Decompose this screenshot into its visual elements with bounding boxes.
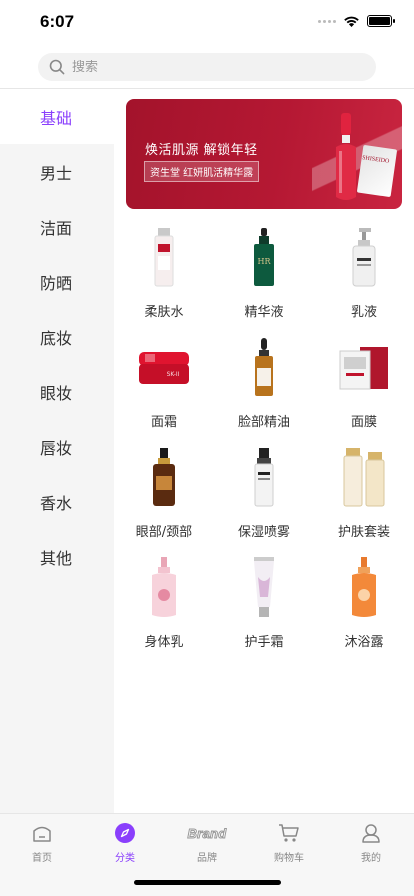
category-item-body-lotion[interactable]: 身体乳: [114, 549, 214, 659]
sidebar-item-perfume[interactable]: 香水: [0, 474, 114, 529]
category-label: 乳液: [350, 305, 377, 320]
wifi-icon: [344, 16, 359, 27]
category-grid: 柔肤水 HR 精华液 乳液 SK-II 面霜 脸部精油 面膜 眼部/颈部 保湿喷…: [114, 219, 414, 659]
eye-serum-bottle-icon: [134, 445, 194, 511]
promo-banner[interactable]: 焕活肌源 解锁年轻 资生堂 红妍肌活精华露 SHISEIDO: [126, 99, 402, 209]
search-icon: [49, 59, 65, 75]
tab-label: 购物车: [274, 853, 304, 864]
banner-subtitle: 资生堂 红妍肌活精华露: [144, 161, 260, 182]
mist-spray-icon: [234, 445, 294, 511]
category-label: 护手霜: [244, 635, 284, 650]
category-content: 焕活肌源 解锁年轻 资生堂 红妍肌活精华露 SHISEIDO 柔肤水 HR 精华…: [114, 89, 414, 813]
search-bar[interactable]: [38, 53, 376, 81]
category-label: 柔肤水: [144, 305, 184, 320]
sidebar-item-basic[interactable]: 基础: [0, 89, 114, 144]
tab-profile[interactable]: 我的: [341, 822, 401, 864]
home-icon: [33, 826, 51, 842]
face-oil-dropper-icon: [234, 335, 294, 401]
category-label: 脸部精油: [237, 415, 290, 430]
category-item-serum[interactable]: HR 精华液: [214, 219, 314, 329]
sidebar-item-lip-makeup[interactable]: 唇妆: [0, 419, 114, 474]
skincare-set-icon: [334, 445, 394, 511]
category-label: 身体乳: [144, 635, 184, 650]
sidebar-item-eye-makeup[interactable]: 眼妆: [0, 364, 114, 419]
home-indicator[interactable]: [134, 880, 281, 885]
sidebar-item-cleanser[interactable]: 洁面: [0, 199, 114, 254]
tab-label: 分类: [115, 853, 135, 864]
svg-text:HR: HR: [258, 257, 272, 266]
product-box-image: [356, 144, 398, 198]
profile-icon: [362, 824, 380, 843]
search-input[interactable]: [72, 59, 332, 75]
brand-icon: Brand: [187, 825, 227, 841]
lotion-pump-icon: [334, 225, 394, 291]
category-label: 护肤套装: [337, 525, 390, 540]
serum-bottle-icon: HR: [234, 225, 294, 291]
status-icons: [318, 15, 395, 27]
toner-bottle-icon: [134, 225, 194, 291]
body-lotion-bottle-icon: [134, 555, 194, 621]
category-label: 眼部/颈部: [135, 525, 193, 540]
status-time: 6:07: [40, 12, 75, 31]
category-item-shower-gel[interactable]: 沐浴露: [314, 549, 414, 659]
tab-brand[interactable]: Brand 品牌: [177, 822, 237, 864]
category-label: 面霜: [150, 415, 177, 430]
category-item-lotion[interactable]: 乳液: [314, 219, 414, 329]
svg-text:SK-II: SK-II: [167, 371, 180, 378]
category-compass-icon: [115, 823, 135, 843]
category-item-hand-cream[interactable]: 护手霜: [214, 549, 314, 659]
battery-icon: [367, 15, 395, 27]
tab-label: 我的: [361, 853, 381, 864]
tab-home[interactable]: 首页: [12, 822, 72, 864]
category-item-eye-neck[interactable]: 眼部/颈部: [114, 439, 214, 549]
category-label: 沐浴露: [344, 635, 384, 650]
sidebar-item-other[interactable]: 其他: [0, 529, 114, 584]
cellular-signal-icon: [318, 19, 336, 23]
tab-label: 品牌: [197, 853, 217, 864]
cream-jar-icon: SK-II: [134, 335, 194, 401]
hand-cream-tube-icon: [234, 555, 294, 621]
sidebar-item-men[interactable]: 男士: [0, 144, 114, 199]
sidebar-item-sunscreen[interactable]: 防晒: [0, 254, 114, 309]
category-label: 保湿喷雾: [237, 525, 290, 540]
shower-gel-bottle-icon: [334, 555, 394, 621]
category-item-face-oil[interactable]: 脸部精油: [214, 329, 314, 439]
category-label: 精华液: [244, 305, 284, 320]
tab-category[interactable]: 分类: [95, 822, 155, 864]
category-item-skincare-set[interactable]: 护肤套装: [314, 439, 414, 549]
category-label: 面膜: [350, 415, 377, 430]
cart-icon: [279, 824, 299, 842]
tab-label: 首页: [32, 853, 52, 864]
sidebar-item-foundation[interactable]: 底妆: [0, 309, 114, 364]
face-mask-pack-icon: [334, 335, 394, 401]
category-item-cream[interactable]: SK-II 面霜: [114, 329, 214, 439]
category-item-toner[interactable]: 柔肤水: [114, 219, 214, 329]
category-item-face-mask[interactable]: 面膜: [314, 329, 414, 439]
tab-cart[interactable]: 购物车: [259, 822, 319, 864]
category-sidebar: 基础 男士 洁面 防晒 底妆 眼妆 唇妆 香水 其他: [0, 89, 114, 813]
category-item-mist-spray[interactable]: 保湿喷雾: [214, 439, 314, 549]
banner-title: 焕活肌源 解锁年轻: [145, 143, 258, 158]
status-bar: 6:07: [0, 0, 414, 44]
